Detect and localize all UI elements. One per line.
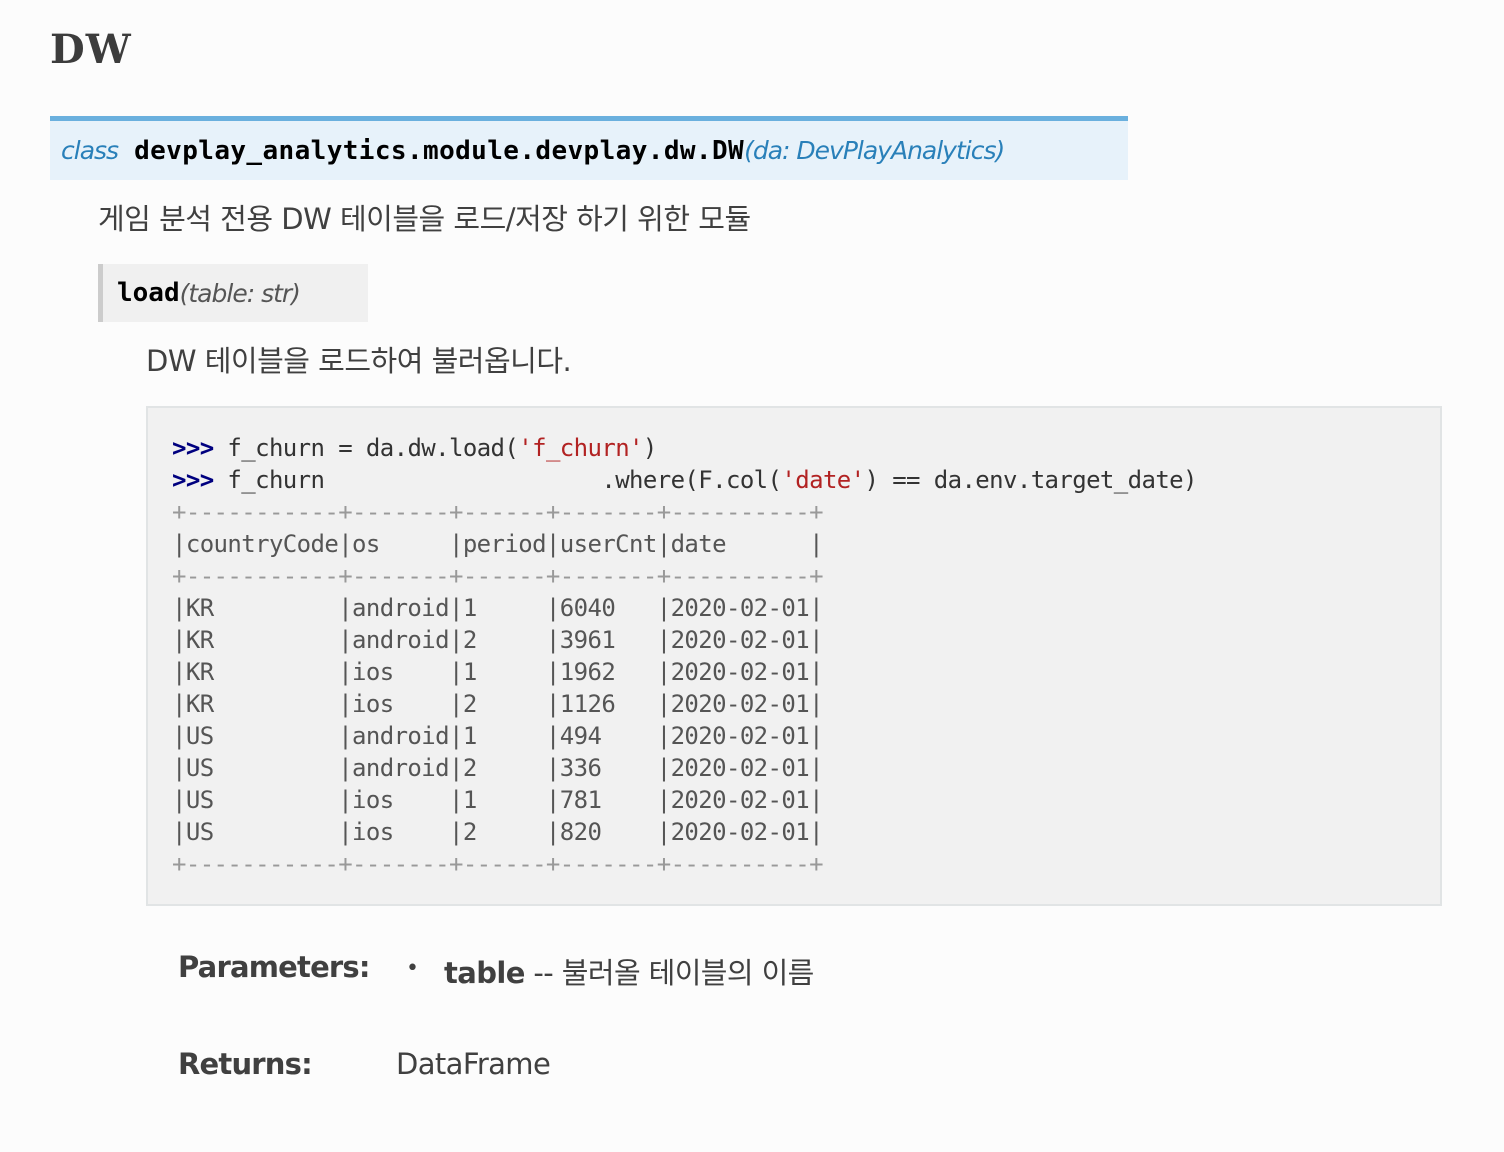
table-row: |KR |ios |2 |1126 |2020-02-01| xyxy=(172,690,824,718)
table-row: |US |android|2 |336 |2020-02-01| xyxy=(172,754,824,782)
table-row: |KR |android|2 |3961 |2020-02-01| xyxy=(172,626,824,654)
table-row: |KR |android|1 |6040 |2020-02-01| xyxy=(172,594,824,622)
prompt: >>> xyxy=(172,434,214,462)
bullet-icon: • xyxy=(406,956,419,981)
class-signature: class devplay_analytics.module.devplay.d… xyxy=(50,116,1128,180)
method-params: (table: str) xyxy=(179,278,301,308)
param-name: table xyxy=(444,956,525,990)
returns-value: DataFrame xyxy=(396,1047,551,1081)
table-border-mid: +-----------+-------+------+-------+----… xyxy=(172,562,824,590)
code-string: 'date' xyxy=(781,466,865,494)
prompt: >>> xyxy=(172,466,214,494)
class-name: devplay_analytics.module.devplay.dw.DW xyxy=(134,135,745,166)
code-text: ) xyxy=(642,434,657,462)
page-title: DW xyxy=(50,26,132,73)
class-description: 게임 분석 전용 DW 테이블을 로드/저장 하기 위한 모듈 xyxy=(98,202,751,236)
code-line-1: >>> f_churn = da.dw.load('f_churn') xyxy=(172,432,1197,464)
class-params: (da: DevPlayAnalytics) xyxy=(744,136,1005,165)
table-row: |KR |ios |1 |1962 |2020-02-01| xyxy=(172,658,824,686)
parameters-label: Parameters: xyxy=(178,950,371,984)
table-row: |US |ios |2 |820 |2020-02-01| xyxy=(172,818,824,846)
table-border-bottom: +-----------+-------+------+-------+----… xyxy=(172,850,824,878)
code-line-2: >>> f_churn .where(F.col('date') == da.e… xyxy=(172,464,1197,496)
param-entry: table -- 불러올 테이블의 이름 xyxy=(444,950,814,992)
class-keyword: class xyxy=(61,136,119,165)
code-text: f_churn .where(F.col( xyxy=(213,466,782,494)
table-row: |US |android|1 |494 |2020-02-01| xyxy=(172,722,824,750)
code-pre: >>> f_churn = da.dw.load('f_churn') >>> f… xyxy=(172,432,1197,880)
code-text: ) == da.env.target_date) xyxy=(864,466,1198,494)
table-row: |US |ios |1 |781 |2020-02-01| xyxy=(172,786,824,814)
method-description: DW 테이블을 로드하여 불러옵니다. xyxy=(146,344,572,378)
method-name: load xyxy=(117,278,180,308)
returns-label: Returns: xyxy=(178,1047,313,1081)
method-signature: load (table: str) xyxy=(98,264,368,322)
code-text: f_churn = da.dw.load( xyxy=(213,434,519,462)
param-description: -- 불러올 테이블의 이름 xyxy=(524,956,814,990)
code-example: >>> f_churn = da.dw.load('f_churn') >>> f… xyxy=(146,406,1442,906)
table-border-top: +-----------+-------+------+-------+----… xyxy=(172,498,824,526)
code-string: 'f_churn' xyxy=(518,434,643,462)
table-header: |countryCode|os |period|userCnt|date | xyxy=(172,530,824,558)
